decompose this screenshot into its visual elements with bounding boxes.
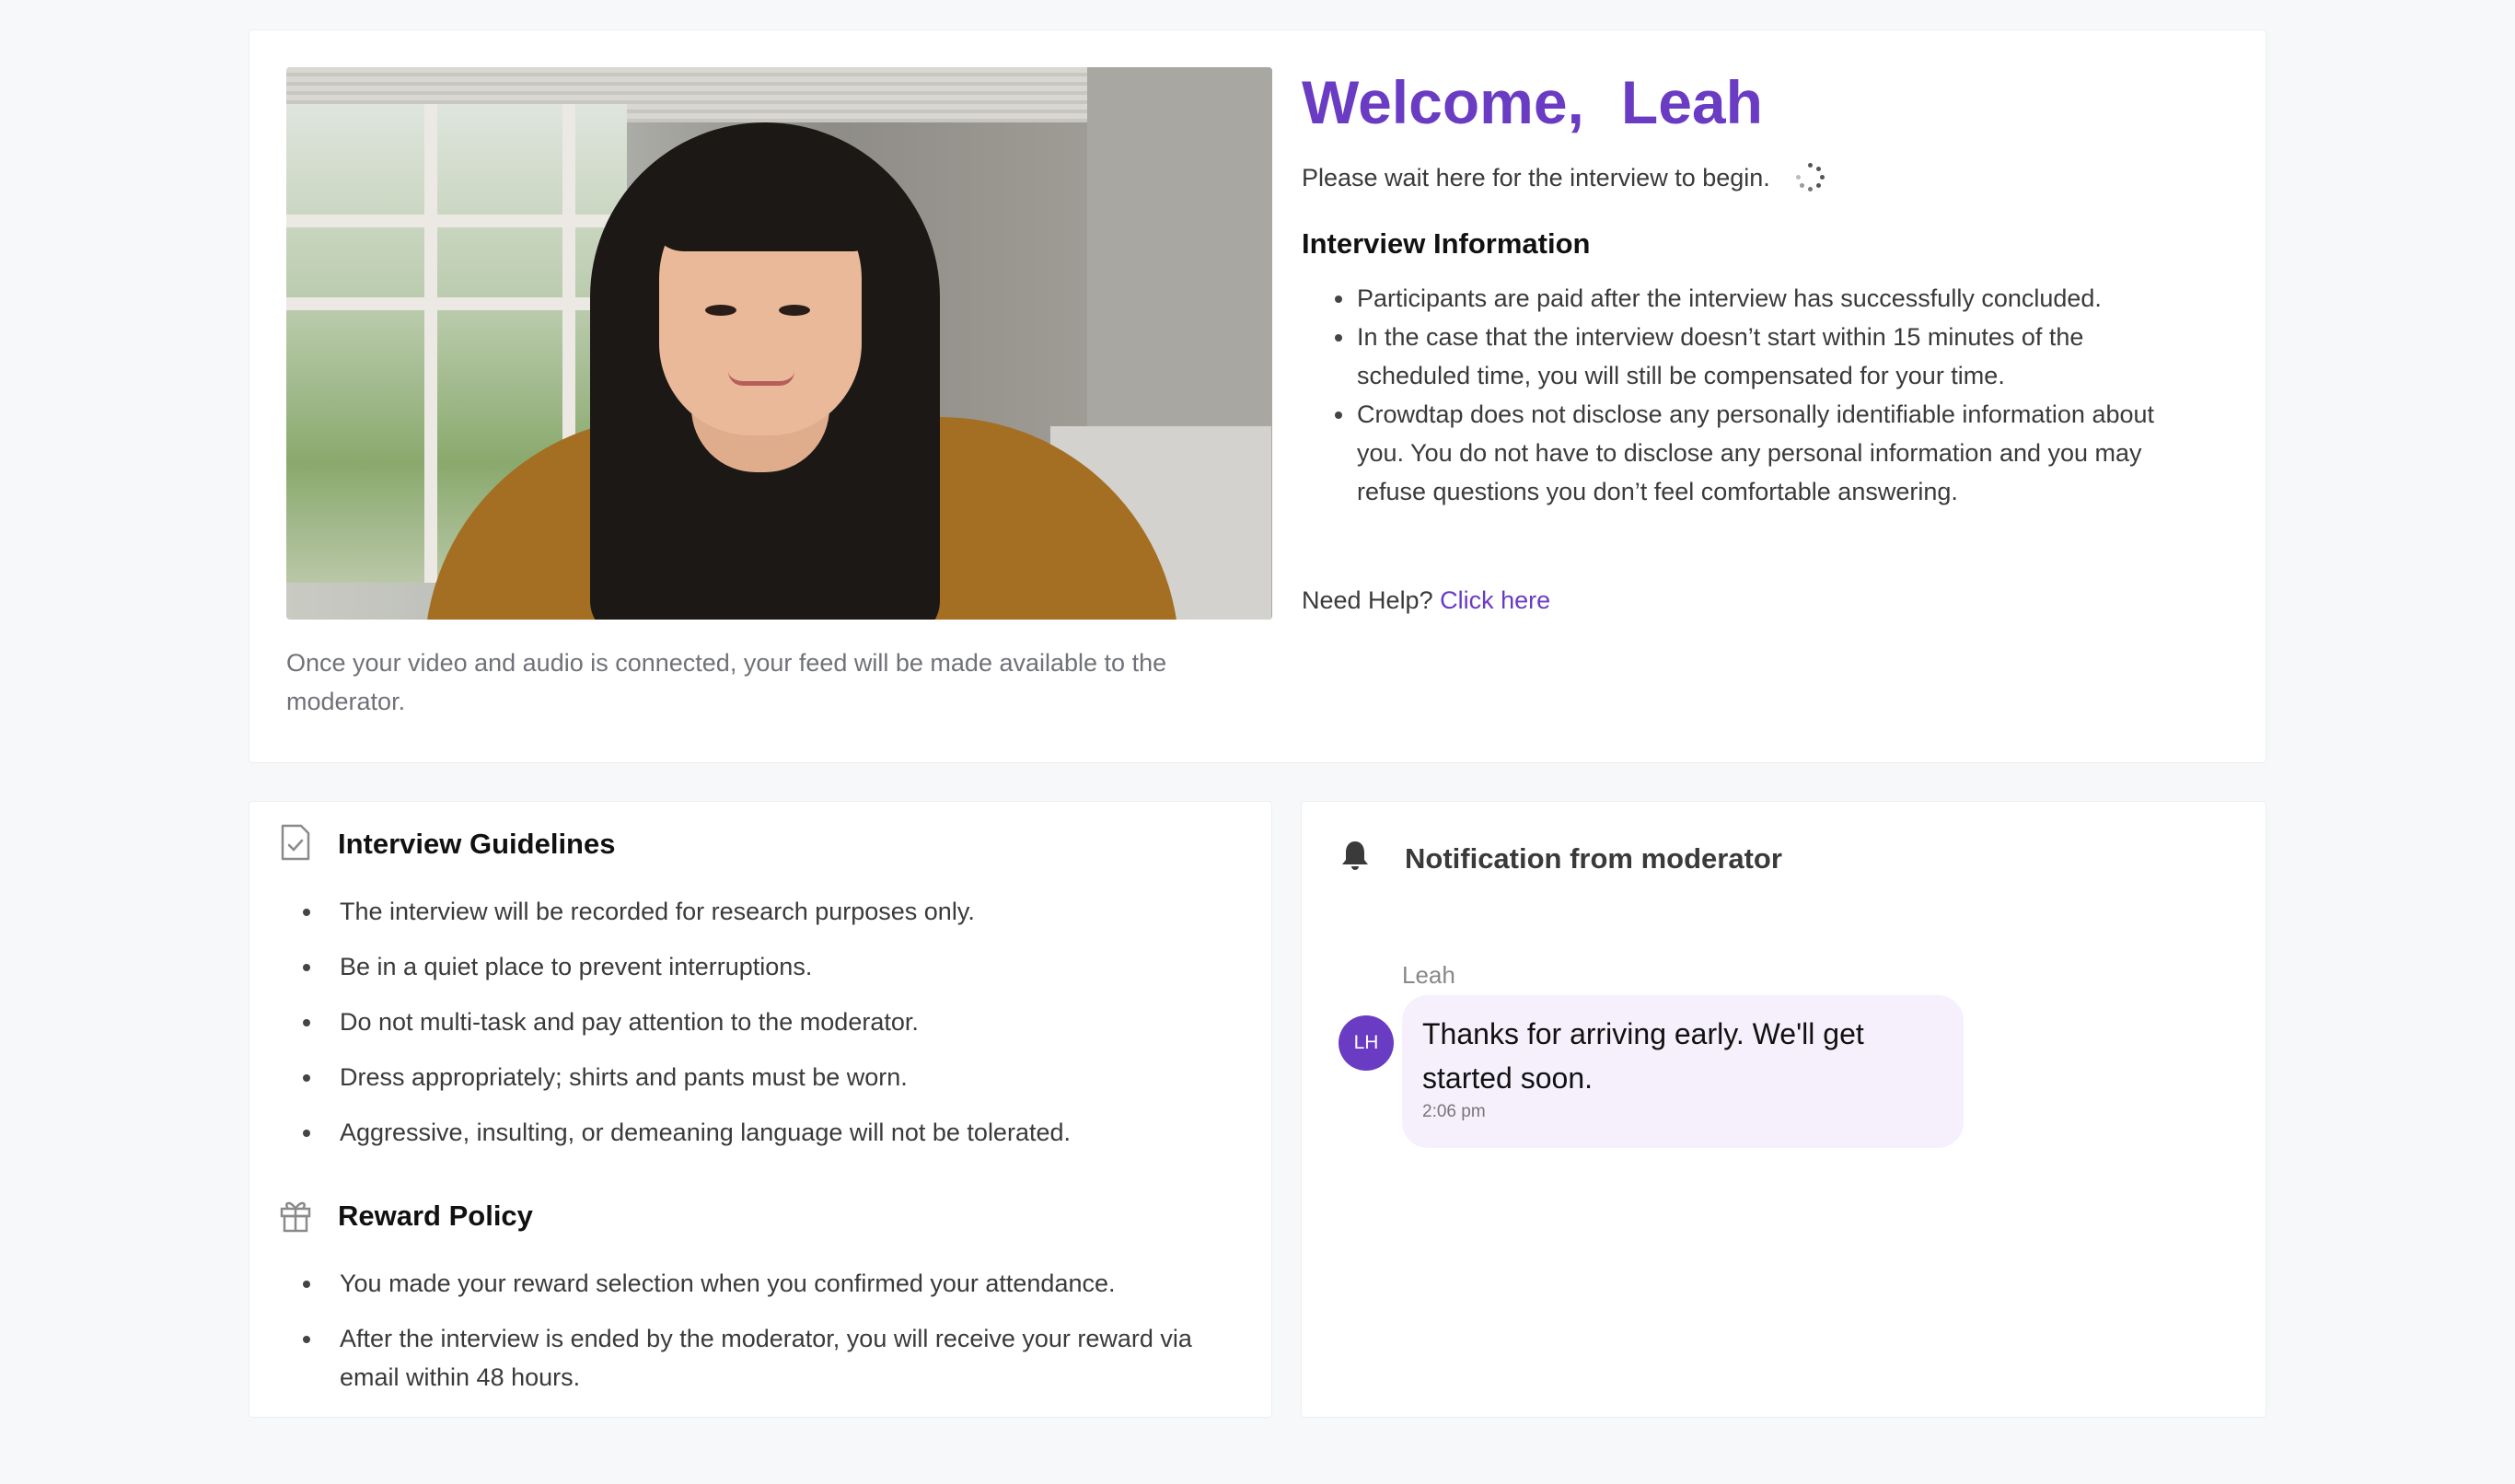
help-link[interactable]: Click here xyxy=(1440,586,1550,614)
help-row: Need Help? Click here xyxy=(1302,581,1550,620)
notification-title: Notification from moderator xyxy=(1405,842,1782,875)
list-item: Be in a quiet place to prevent interrupt… xyxy=(279,947,1255,986)
waiting-room-card: Once your video and audio is connected, … xyxy=(249,29,2266,763)
wait-status: Please wait here for the interview to be… xyxy=(1302,159,1825,196)
list-item: Dress appropriately; shirts and pants mu… xyxy=(279,1058,1255,1096)
reward-policy-title: Reward Policy xyxy=(338,1200,533,1232)
interview-info-list: Participants are paid after the intervie… xyxy=(1302,279,2167,511)
list-item: The interview will be recorded for resea… xyxy=(279,892,1255,931)
welcome-heading: Welcome, Leah xyxy=(1302,64,1763,141)
checklist-document-icon xyxy=(281,824,310,861)
guidelines-list: The interview will be recorded for resea… xyxy=(279,892,1255,1168)
gift-icon xyxy=(280,1201,311,1233)
guidelines-title: Interview Guidelines xyxy=(338,828,616,860)
list-item: In the case that the interview doesn’t s… xyxy=(1302,318,2167,395)
wait-message: Please wait here for the interview to be… xyxy=(1302,164,1770,191)
message-sender: Leah xyxy=(1402,961,1455,989)
list-item: Aggressive, insulting, or demeaning lang… xyxy=(279,1113,1255,1152)
list-item: Participants are paid after the intervie… xyxy=(1302,279,2167,318)
help-prefix: Need Help? xyxy=(1302,586,1433,614)
interview-info-title: Interview Information xyxy=(1302,227,1591,260)
welcome-greeting: Welcome, xyxy=(1302,68,1584,136)
guidelines-card: Interview Guidelines The interview will … xyxy=(249,801,1272,1418)
video-caption: Once your video and audio is connected, … xyxy=(286,649,1167,715)
list-item: Do not multi-task and pay attention to t… xyxy=(279,1003,1255,1041)
self-video-feed xyxy=(286,67,1272,620)
avatar: LH xyxy=(1339,1015,1394,1071)
list-item: Crowdtap does not disclose any personall… xyxy=(1302,395,2167,511)
list-item: After the interview is ended by the mode… xyxy=(279,1319,1255,1397)
message-text: Thanks for arriving early. We'll get sta… xyxy=(1422,1017,1864,1095)
bell-icon xyxy=(1342,841,1368,870)
moderator-notification-card: Notification from moderator Leah LH Than… xyxy=(1301,801,2266,1418)
list-item: You made your reward selection when you … xyxy=(279,1264,1255,1303)
reward-policy-list: You made your reward selection when you … xyxy=(279,1264,1255,1413)
message-bubble: Thanks for arriving early. We'll get sta… xyxy=(1402,995,1964,1148)
welcome-name: Leah xyxy=(1620,68,1763,136)
loading-spinner-icon xyxy=(1795,163,1825,192)
message-timestamp: 2:06 pm xyxy=(1422,1102,1486,1121)
